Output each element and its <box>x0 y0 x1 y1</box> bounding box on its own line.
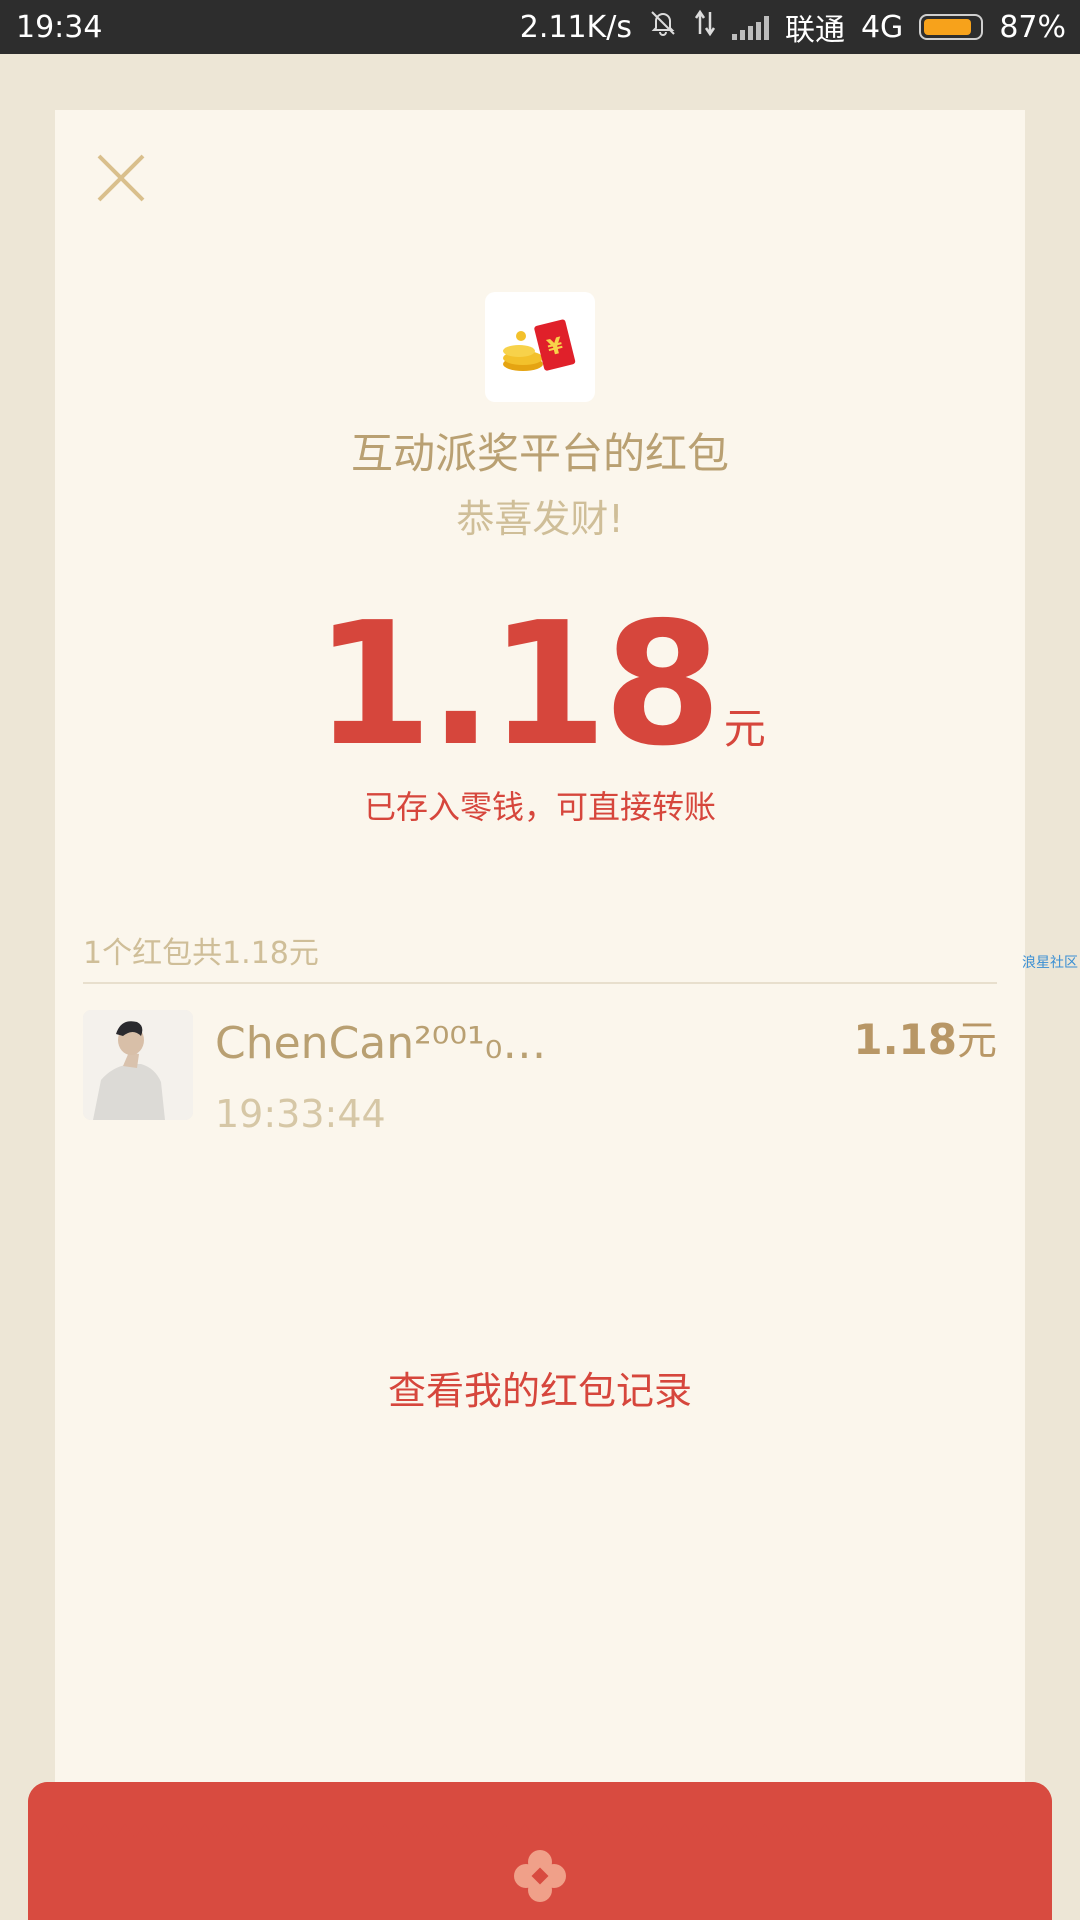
zigzag-edge <box>55 1824 1025 1838</box>
close-icon <box>97 154 145 202</box>
avatar[interactable] <box>83 1010 193 1120</box>
battery-percent: 87% <box>999 9 1066 45</box>
amount-unit: 元 <box>723 704 766 753</box>
receiver-amount: 1.18元 <box>853 1008 997 1066</box>
signal-icon <box>731 14 769 40</box>
battery-fill <box>924 19 972 35</box>
red-packet-detail-card: ¥ 互动派奖平台的红包 恭喜发财! 1.18 元 已存入零钱，可直接转账 1个红… <box>55 110 1025 1830</box>
stored-to-balance-link[interactable]: 已存入零钱，可直接转账 <box>55 782 1025 828</box>
received-amount: 1.18 元 <box>55 600 1025 770</box>
packet-summary: 1个红包共1.18元 <box>83 936 319 971</box>
sender-title: 互动派奖平台的红包 <box>350 429 729 478</box>
network-speed: 2.11K/s <box>519 9 632 45</box>
red-envelope-coins-icon: ¥ <box>503 319 576 371</box>
status-time: 19:34 <box>16 9 103 45</box>
sender-logo: ¥ <box>485 292 595 402</box>
data-transfer-icon <box>694 8 716 46</box>
close-button[interactable] <box>93 150 149 206</box>
amount-value: 1.18 <box>314 586 721 784</box>
carrier-label: 联通 <box>784 13 845 48</box>
status-bar: 19:34 2.11K/s 联通 4G 87% <box>0 0 1080 54</box>
receiver-name: ChenCan²⁰⁰¹₀… <box>215 1018 547 1069</box>
user-portrait-icon <box>83 1010 193 1120</box>
battery-icon <box>919 14 984 40</box>
blessing-text: 恭喜发财! <box>456 497 624 541</box>
network-type: 4G <box>860 9 904 45</box>
watermark: 浪星社区 <box>1022 955 1078 971</box>
receiver-amount-unit: 元 <box>957 1018 997 1064</box>
flower-ornament-icon[interactable] <box>512 1848 568 1904</box>
divider <box>83 982 997 984</box>
status-right: 2.11K/s 联通 4G 87% <box>520 5 1066 49</box>
receiver-amount-value: 1.18 <box>853 1015 957 1064</box>
receiver-row[interactable]: ChenCan²⁰⁰¹₀… 19:33:44 1.18元 <box>83 1010 997 1150</box>
view-red-packet-records-link[interactable]: 查看我的红包记录 <box>55 1360 1025 1415</box>
receive-time: 19:33:44 <box>215 1092 386 1136</box>
bell-muted-icon <box>648 8 678 46</box>
